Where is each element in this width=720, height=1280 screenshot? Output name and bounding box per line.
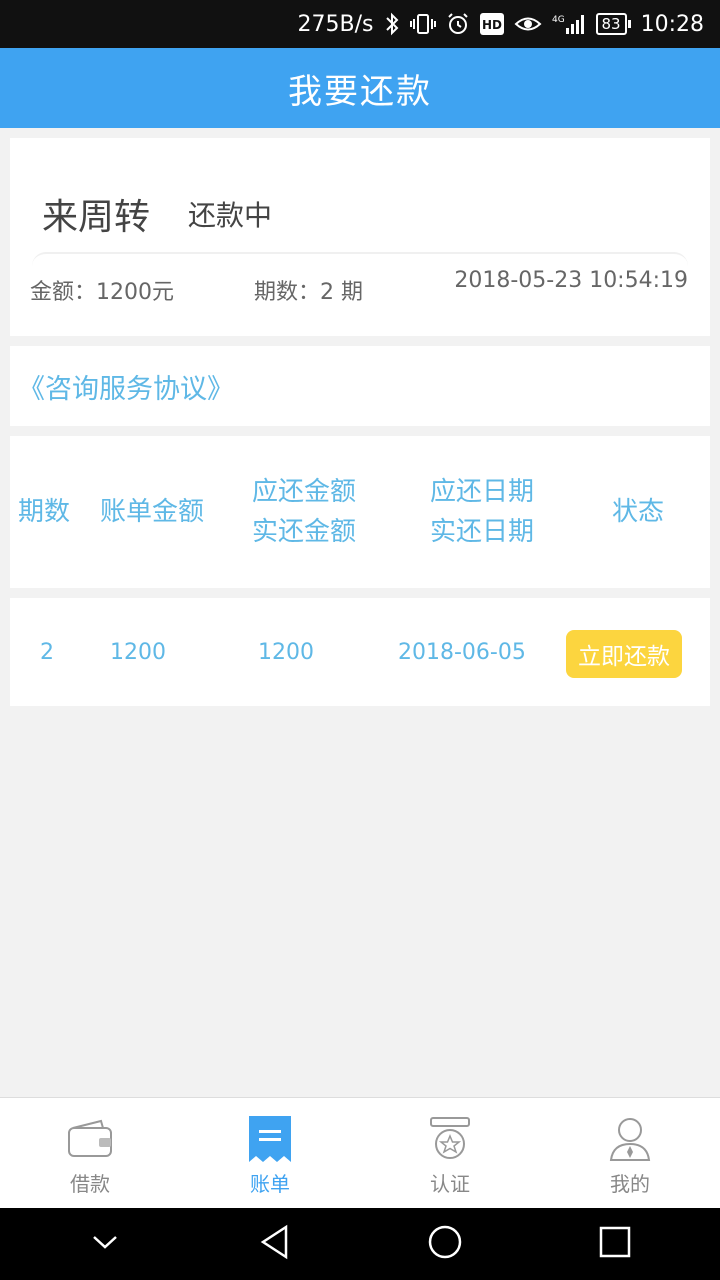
tab-certify[interactable]: 认证: [360, 1098, 540, 1208]
tab-loan[interactable]: 借款: [0, 1098, 180, 1208]
row-due-amount: 1200: [258, 639, 314, 665]
signal-4g-icon: 4G: [552, 12, 586, 36]
loan-product-name: 来周转: [42, 197, 151, 238]
alarm-icon: [446, 12, 470, 36]
svg-text:4G: 4G: [552, 15, 565, 25]
chevron-down-icon: [90, 1232, 120, 1256]
wallet-icon: [67, 1116, 113, 1162]
row-due-date: 2018-06-05: [398, 639, 526, 665]
vibrate-icon: [409, 12, 436, 36]
net-speed: 275B/s: [297, 11, 374, 37]
battery-icon: 83: [595, 13, 631, 35]
nav-recents-button[interactable]: [575, 1214, 655, 1274]
header-dates: 应还日期 实还日期: [430, 436, 534, 588]
loan-status: 还款中: [188, 199, 273, 232]
bluetooth-icon: [384, 12, 400, 36]
tab-mine[interactable]: 我的: [540, 1098, 720, 1208]
battery-level: 83: [595, 13, 627, 35]
table-row: 2 1200 1200 2018-06-05 立即还款: [10, 598, 710, 706]
tab-bill[interactable]: 账单: [180, 1098, 360, 1208]
hd-icon: HD: [479, 13, 504, 35]
nav-home-button[interactable]: [405, 1214, 485, 1274]
row-bill-amount: 1200: [110, 639, 166, 665]
user-icon: [607, 1116, 653, 1162]
bill-icon: [247, 1116, 293, 1162]
header-bill-amount: 账单金额: [100, 497, 205, 527]
clock: 10:28: [640, 11, 704, 37]
loan-periods: 期数：2 期: [254, 280, 363, 305]
agreement-card: 《咨询服务协议》: [10, 346, 710, 426]
loan-summary-card: 来周转 还款中 金额：1200元 期数：2 期 2018-05-23 10:54…: [10, 138, 710, 336]
repayment-table-header: 期数 账单金额 应还金额 实还金额 应还日期 实还日期 状态: [10, 436, 710, 588]
tab-label: 账单: [250, 1172, 290, 1196]
header-due-amount: 应还金额: [252, 477, 357, 507]
repay-now-button[interactable]: 立即还款: [566, 630, 682, 678]
nav-back-button[interactable]: [235, 1214, 315, 1274]
back-triangle-icon: [258, 1224, 292, 1264]
svg-text:HD: HD: [481, 18, 501, 32]
bottom-tab-bar: 借款 账单 认证 我的: [0, 1097, 720, 1208]
nav-collapse-button[interactable]: [65, 1214, 145, 1274]
loan-datetime: 2018-05-23 10:54:19: [454, 268, 688, 293]
page-title: 我要还款: [288, 71, 432, 112]
header-paid-date: 实还日期: [430, 517, 535, 547]
header-due-date: 应还日期: [430, 477, 535, 507]
service-agreement-link[interactable]: 《咨询服务协议》: [18, 367, 234, 406]
header-paid-amount: 实还金额: [252, 517, 357, 547]
tab-label: 认证: [430, 1172, 470, 1196]
loan-amount: 金额：1200元: [30, 280, 174, 305]
header-amounts: 应还金额 实还金额: [252, 436, 356, 588]
card-divider: [32, 252, 688, 266]
home-circle-icon: [427, 1224, 463, 1264]
title-bar: 我要还款: [0, 48, 720, 128]
row-period: 2: [40, 639, 54, 665]
recents-square-icon: [598, 1225, 632, 1263]
system-nav-bar: [0, 1208, 720, 1280]
tab-label: 我的: [610, 1172, 650, 1196]
eye-icon: [514, 13, 542, 35]
status-bar: 275B/s HD 4G 83 10:28: [0, 0, 720, 48]
tab-label: 借款: [70, 1172, 110, 1196]
header-status: 状态: [612, 497, 665, 527]
header-period: 期数: [18, 497, 71, 527]
badge-icon: [427, 1116, 473, 1162]
